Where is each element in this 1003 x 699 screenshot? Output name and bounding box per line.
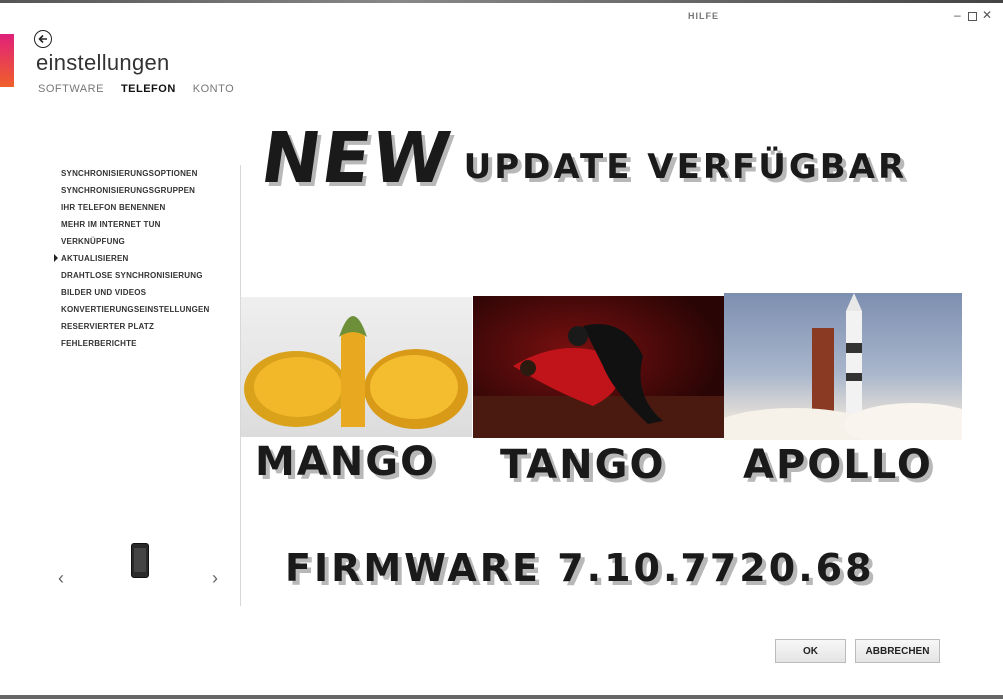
nav-item-error-reports[interactable]: FEHLERBERICHTE [61, 338, 210, 355]
cancel-button[interactable]: ABBRECHEN [855, 639, 940, 663]
page-title: einstellungen [36, 50, 170, 75]
tab-bar: SOFTWARE TELEFON KONTO [38, 83, 234, 95]
window-top-border [0, 0, 1003, 3]
firmware-version: FIRMWARE 7.10.7720.68 [285, 546, 875, 590]
ok-button[interactable]: OK [775, 639, 846, 663]
mango-image [241, 297, 472, 437]
arrow-left-icon [38, 34, 47, 44]
nav-item-update[interactable]: AKTUALISIEREN [54, 253, 210, 270]
new-label: NEW [256, 117, 458, 199]
mango-caption: MANGO [255, 439, 437, 485]
chevron-right-icon[interactable]: › [212, 568, 218, 589]
chevron-left-icon[interactable]: ‹ [58, 568, 64, 589]
nav-item-reserved-space[interactable]: RESERVIERTER PLATZ [61, 321, 210, 338]
phone-icon [131, 543, 149, 578]
close-icon[interactable]: ✕ [982, 8, 992, 22]
nav-item-sync-options[interactable]: SYNCHRONISIERUNGSOPTIONEN [61, 168, 210, 185]
tab-telefon[interactable]: TELEFON [121, 83, 176, 95]
promo-headline: NEW UPDATE VERFÜGBAR [256, 117, 908, 199]
settings-nav: SYNCHRONISIERUNGSOPTIONEN SYNCHRONISIERU… [54, 168, 210, 355]
nav-item-pictures-videos[interactable]: BILDER UND VIDEOS [61, 287, 210, 304]
nav-item-more-online[interactable]: MEHR IM INTERNET TUN [61, 219, 210, 236]
apollo-caption: APOLLO [743, 442, 933, 488]
accent-bar [0, 34, 14, 87]
maximize-icon[interactable] [968, 12, 977, 21]
tab-konto[interactable]: KONTO [193, 83, 234, 95]
minimize-icon[interactable]: – [954, 8, 961, 22]
update-available-label: UPDATE VERFÜGBAR [463, 147, 908, 187]
nav-item-conversion[interactable]: KONVERTIERUNGSEINSTELLUNGEN [61, 304, 210, 321]
back-button[interactable] [34, 30, 52, 48]
apollo-image [724, 293, 962, 440]
nav-item-link[interactable]: VERKNÜPFUNG [61, 236, 210, 253]
nav-item-name-phone[interactable]: IHR TELEFON BENENNEN [61, 202, 210, 219]
nav-item-sync-groups[interactable]: SYNCHRONISIERUNGSGRUPPEN [61, 185, 210, 202]
tab-software[interactable]: SOFTWARE [38, 83, 104, 95]
nav-item-wireless-sync[interactable]: DRAHTLOSE SYNCHRONISIERUNG [61, 270, 210, 287]
tango-image [473, 296, 724, 438]
help-link[interactable]: HILFE [688, 11, 719, 21]
window-bottom-border [0, 695, 1003, 699]
tango-caption: TANGO [500, 442, 666, 488]
